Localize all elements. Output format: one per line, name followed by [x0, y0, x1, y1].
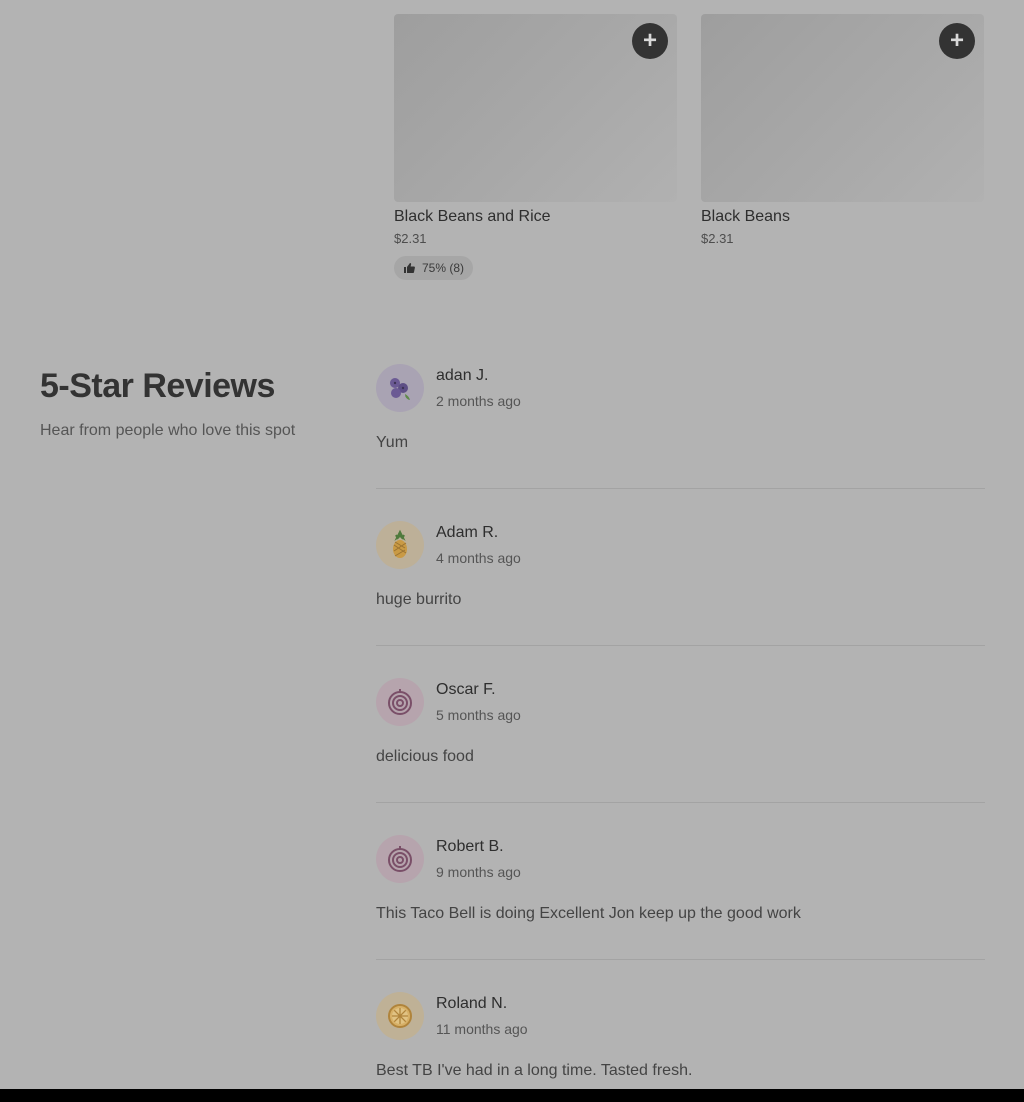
thumbs-up-icon: [404, 263, 415, 273]
avatar: [376, 835, 424, 883]
reviewer-name: Roland N.: [436, 995, 508, 1012]
review-item: adan J. 2 months ago Yum: [376, 364, 985, 521]
divider: [376, 645, 985, 646]
reviewer-name: Oscar F.: [436, 681, 496, 698]
divider: [376, 488, 985, 489]
reviewer-name: Robert B.: [436, 838, 504, 855]
product-image: +: [701, 14, 984, 202]
product-name: Black Beans: [701, 208, 790, 225]
bottom-bar: [0, 1089, 1024, 1102]
review-time: 5 months ago: [436, 707, 521, 723]
review-text: delicious food: [376, 748, 474, 765]
product-name: Black Beans and Rice: [394, 208, 551, 225]
plus-icon: +: [642, 27, 657, 54]
blueberry-icon: [390, 378, 410, 400]
avatar: [376, 364, 424, 412]
review-item: Adam R. 4 months ago huge burrito: [376, 521, 985, 678]
product-price: $2.31: [701, 231, 734, 246]
product-card[interactable]: + Black Beans and Rice $2.31 75% (8): [394, 14, 677, 280]
avatar: [376, 678, 424, 726]
add-to-cart-button[interactable]: +: [632, 23, 668, 59]
reviewer-name: adan J.: [436, 367, 489, 384]
onion-icon: [388, 846, 412, 872]
rating-badge: 75% (8): [394, 256, 474, 280]
review-time: 4 months ago: [436, 550, 521, 566]
product-card[interactable]: + Black Beans $2.31: [701, 14, 984, 247]
add-to-cart-button[interactable]: +: [939, 23, 975, 59]
divider: [376, 802, 985, 803]
review-text: huge burrito: [376, 591, 462, 608]
product-price: $2.31: [394, 231, 427, 246]
reviews-title: 5-Star Reviews: [40, 367, 275, 405]
review-item: Roland N. 11 months ago Best TB I've had…: [376, 992, 985, 1102]
review-time: 11 months ago: [436, 1021, 528, 1037]
review-item: Robert B. 9 months ago This Taco Bell is…: [376, 835, 985, 992]
review-item: Oscar F. 5 months ago delicious food: [376, 678, 985, 835]
avatar: [376, 521, 424, 569]
review-time: 9 months ago: [436, 864, 521, 880]
divider: [376, 959, 985, 960]
reviewer-name: Adam R.: [436, 524, 499, 541]
plus-icon: +: [949, 27, 964, 54]
avatar: [376, 992, 424, 1040]
product-image: +: [394, 14, 677, 202]
review-text: Yum: [376, 434, 409, 451]
review-text: Best TB I've had in a long time. Tasted …: [376, 1062, 693, 1079]
pineapple-icon: [393, 529, 407, 558]
review-text: This Taco Bell is doing Excellent Jon ke…: [376, 905, 801, 922]
onion-icon: [388, 689, 412, 715]
orange-slice-icon: [388, 1004, 412, 1028]
reviews-subtitle: Hear from people who love this spot: [40, 422, 296, 439]
rating-text: 75% (8): [422, 261, 465, 275]
review-time: 2 months ago: [436, 393, 521, 409]
